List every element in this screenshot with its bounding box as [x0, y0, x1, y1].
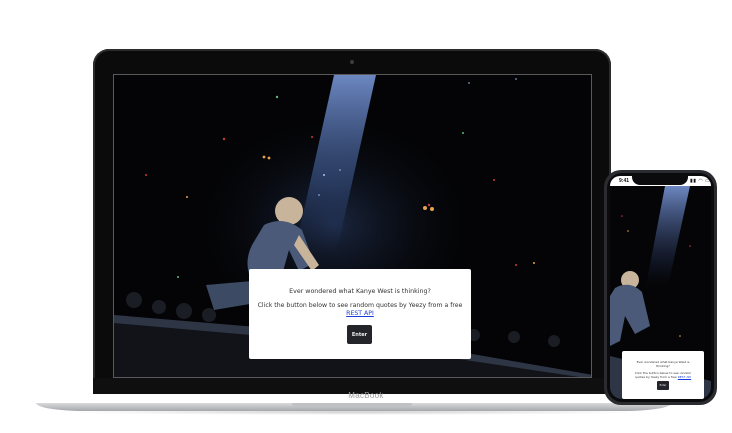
modal-heading: Ever wondered what Kanye West is thinkin…	[289, 288, 431, 295]
rest-api-link[interactable]: REST API	[346, 310, 374, 317]
modal-description-text: Click the button below to see random quo…	[257, 302, 463, 309]
phone-intro-modal: Ever wondered what Kanye West is thinkin…	[622, 351, 704, 399]
camera-icon	[350, 60, 354, 64]
phone-modal-description: Click the button below to see random quo…	[630, 371, 696, 379]
enter-button[interactable]: Enter	[347, 325, 372, 344]
phone-enter-button[interactable]: Enter	[657, 381, 669, 390]
phone-notch	[632, 176, 688, 185]
intro-modal: Ever wondered what Kanye West is thinkin…	[249, 269, 471, 359]
status-icons: ▮▮ ◠ ▭	[690, 178, 711, 184]
phone-modal-heading: Ever wondered what Kanye West is thinkin…	[636, 360, 690, 368]
status-time: 9:41	[619, 178, 630, 184]
modal-description: Click the button below to see random quo…	[257, 302, 463, 318]
laptop-base-notch	[292, 403, 412, 407]
phone-rest-api-link[interactable]: REST API	[678, 375, 691, 379]
